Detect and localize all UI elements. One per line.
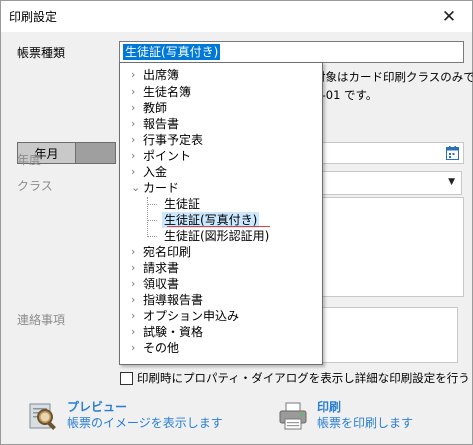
tree-item-label: 試験・資格	[143, 325, 204, 339]
chevron-right-icon[interactable]: ›	[131, 67, 143, 83]
class-label: クラス	[17, 179, 53, 193]
tree-connector	[148, 204, 157, 205]
chevron-right-icon[interactable]: ›	[131, 100, 143, 116]
tab-other[interactable]	[76, 143, 115, 163]
preview-description: 帳票のイメージを表示します	[67, 416, 223, 430]
chevron-down-icon[interactable]: ⌄	[131, 180, 143, 196]
form-type-selected-value: 生徒証(写真付き)	[123, 44, 221, 60]
print-button[interactable]: 印刷 帳票を印刷します	[277, 400, 413, 432]
tree-item-label: カード	[143, 181, 180, 195]
tree-item-points[interactable]: › ポイント	[131, 148, 191, 164]
form-type-label: 帳票種類	[17, 46, 66, 60]
tree-item-attendance[interactable]: › 出席簿	[131, 67, 179, 83]
chevron-right-icon[interactable]: ›	[131, 308, 143, 324]
chevron-right-icon[interactable]: ›	[131, 84, 143, 100]
chevron-right-icon[interactable]: ›	[131, 260, 143, 276]
tree-child-student-id-biometric[interactable]: 生徒証(図形認証用)	[164, 228, 269, 244]
tree-item-label: 行事予定表	[143, 133, 204, 147]
tree-item-label: 入金	[143, 165, 168, 179]
tree-item-exam-qualification[interactable]: › 試験・資格	[131, 324, 203, 340]
print-settings-dialog: 印刷設定 ✕ 帳票種類 生徒証(写真付き) 対象はカード印刷クラスのみで A-0…	[0, 0, 473, 445]
date-field[interactable]	[321, 142, 464, 164]
chevron-right-icon[interactable]: ›	[131, 292, 143, 308]
close-button[interactable]: ✕	[426, 1, 472, 32]
chevron-down-icon: ▼	[448, 177, 455, 187]
tree-item-address-print[interactable]: › 宛名印刷	[131, 244, 191, 260]
preview-icon	[29, 403, 56, 430]
tree-item-option-application[interactable]: › オプション申込み	[131, 308, 239, 324]
tree-item-label: 出席簿	[143, 68, 180, 82]
tree-item-label: 報告書	[143, 117, 180, 131]
tree-item-label: 教師	[143, 101, 168, 115]
tree-item-label: 生徒名簿	[143, 85, 192, 99]
tree-item-event-schedule[interactable]: › 行事予定表	[131, 132, 203, 148]
tree-item-label: オプション申込み	[143, 309, 240, 323]
tree-item-label: 指導報告書	[143, 293, 204, 307]
printer-icon	[279, 402, 307, 430]
chevron-right-icon[interactable]: ›	[131, 132, 143, 148]
chevron-right-icon[interactable]: ›	[131, 116, 143, 132]
chevron-right-icon[interactable]: ›	[131, 244, 143, 260]
tree-connector	[148, 220, 157, 221]
tree-item-student-list[interactable]: › 生徒名簿	[131, 84, 191, 100]
window-title: 印刷設定	[9, 10, 58, 24]
tree-connector	[147, 197, 148, 237]
calendar-icon[interactable]	[446, 146, 459, 160]
preview-title: プレビュー	[67, 400, 128, 414]
chevron-right-icon[interactable]: ›	[131, 164, 143, 180]
show-properties-option[interactable]: 印刷時にプロパティ・ダイアログを表示し詳細な印刷設定を行う	[120, 370, 470, 386]
notice-line-2: A-01 です。	[314, 88, 378, 102]
chevron-right-icon[interactable]: ›	[131, 276, 143, 292]
tree-item-label: 請求書	[143, 261, 180, 275]
tree-item-label: 宛名印刷	[143, 245, 192, 259]
tree-item-receipt[interactable]: › 領収書	[131, 276, 179, 292]
tree-item-guidance-report[interactable]: › 指導報告書	[131, 292, 203, 308]
tree-item-payment[interactable]: › 入金	[131, 164, 167, 180]
class-combo[interactable]: ▼	[321, 171, 462, 195]
tree-item-report[interactable]: › 報告書	[131, 116, 179, 132]
show-properties-checkbox[interactable]	[120, 371, 133, 385]
title-bar: 印刷設定 ✕	[1, 1, 472, 32]
form-type-combo[interactable]: 生徒証(写真付き)	[119, 41, 464, 63]
selection-underline	[167, 226, 270, 227]
tree-item-teacher[interactable]: › 教師	[131, 100, 167, 116]
preview-button[interactable]: プレビュー 帳票のイメージを表示します	[27, 400, 223, 432]
year-label: 年度	[17, 153, 42, 167]
chevron-right-icon[interactable]: ›	[131, 148, 143, 164]
form-type-dropdown-tree[interactable]: › 出席簿 › 生徒名簿 › 教師 › 報告書 › 行事予定表 › ポイント › 入金 ⌄ カー…	[119, 62, 323, 365]
print-description: 帳票を印刷します	[317, 416, 414, 430]
class-list-box[interactable]	[321, 197, 464, 297]
tree-child-student-id[interactable]: 生徒証	[164, 196, 200, 212]
tree-item-card[interactable]: ⌄ カード	[131, 180, 179, 196]
tree-connector	[148, 236, 157, 237]
tree-item-label: ポイント	[143, 149, 192, 163]
print-title: 印刷	[317, 400, 342, 414]
tree-item-other[interactable]: › その他	[131, 340, 179, 356]
memo-label: 連絡事項	[17, 313, 66, 327]
tree-item-invoice[interactable]: › 請求書	[131, 260, 179, 276]
chevron-right-icon[interactable]: ›	[131, 340, 143, 356]
chevron-right-icon[interactable]: ›	[131, 324, 143, 340]
notice-line-1: 対象はカード印刷クラスのみで	[314, 70, 473, 84]
memo-textarea[interactable]	[321, 307, 458, 363]
tree-item-label: 領収書	[143, 277, 180, 291]
show-properties-label: 印刷時にプロパティ・ダイアログを表示し詳細な印刷設定を行う	[137, 371, 470, 385]
tree-item-label: その他	[143, 341, 180, 355]
close-icon: ✕	[441, 6, 457, 27]
